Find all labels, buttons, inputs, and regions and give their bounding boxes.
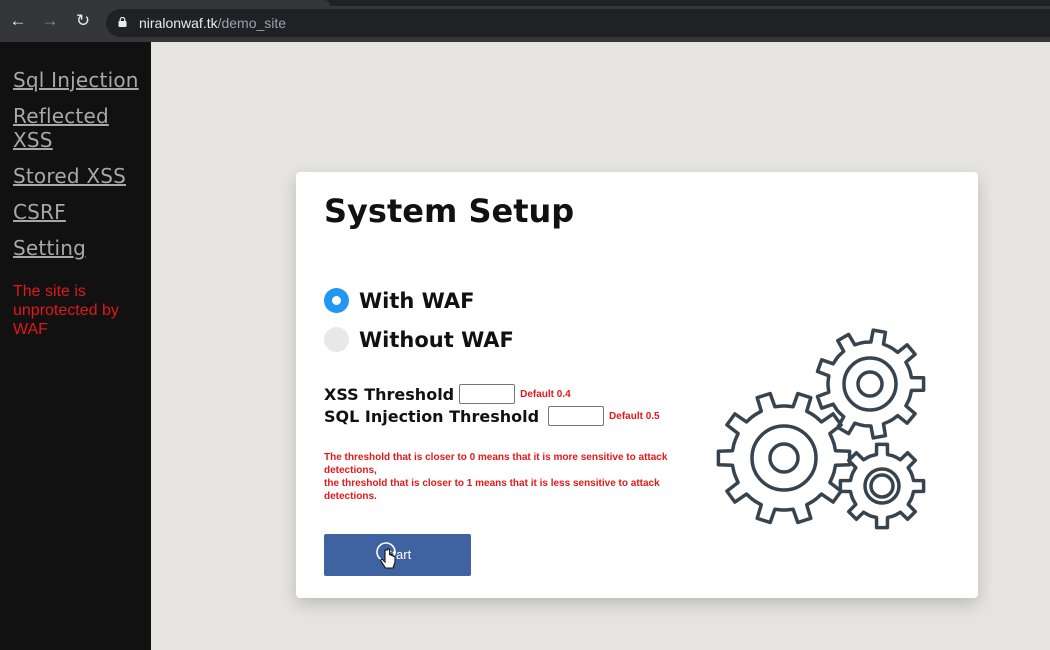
url-text: niralonwaf.tk/demo_site <box>139 15 286 31</box>
sidebar-item-csrf[interactable]: CSRF <box>13 200 143 224</box>
sidebar-item-stored-xss[interactable]: Stored XSS <box>13 164 143 188</box>
reload-icon[interactable]: ↻ <box>74 12 92 30</box>
url-path: /demo_site <box>217 15 287 31</box>
address-bar[interactable]: niralonwaf.tk/demo_site <box>106 9 1050 37</box>
radio-button-checked[interactable] <box>324 288 349 313</box>
radio-label-with-waf[interactable]: With WAF <box>359 289 474 313</box>
threshold-note-line-2: the threshold that is closer to 1 means … <box>324 478 660 502</box>
sidebar-item-setting[interactable]: Setting <box>13 236 143 260</box>
url-host: niralonwaf.tk <box>139 15 218 31</box>
xss-threshold-row: XSS Threshold Default 0.4 <box>324 384 571 404</box>
gears-icon <box>716 328 926 530</box>
sql-threshold-default: Default 0.5 <box>609 410 660 422</box>
radio-without-waf[interactable]: Without WAF <box>324 327 514 352</box>
sql-threshold-label: SQL Injection Threshold <box>324 406 540 426</box>
active-tab[interactable] <box>0 0 330 6</box>
page-title: System Setup <box>324 192 575 230</box>
back-arrow-icon[interactable]: ← <box>9 12 27 30</box>
lock-icon <box>118 17 127 27</box>
threshold-explanation: The threshold that is closer to 0 means … <box>324 451 694 503</box>
sidebar-item-reflected-xss[interactable]: Reflected XSS <box>13 104 143 152</box>
xss-threshold-default: Default 0.4 <box>520 388 571 400</box>
sql-threshold-input[interactable] <box>548 406 605 426</box>
system-setup-card: System Setup With WAF Without WAF XSS Th… <box>296 172 978 598</box>
sidebar-item-sql-injection[interactable]: Sql Injection <box>13 68 143 92</box>
hand-cursor-icon <box>376 542 396 569</box>
sql-threshold-row: SQL Injection Threshold Default 0.5 <box>324 406 660 426</box>
radio-button-unchecked[interactable] <box>324 327 349 352</box>
threshold-note-line-1: The threshold that is closer to 0 means … <box>324 452 668 476</box>
sidebar: Sql Injection Reflected XSS Stored XSS C… <box>0 42 151 650</box>
xss-threshold-label: XSS Threshold <box>324 384 455 404</box>
waf-status-warning: The site is unprotected by WAF <box>13 283 119 338</box>
tab-strip <box>0 0 1050 6</box>
forward-arrow-icon[interactable]: → <box>41 12 59 30</box>
xss-threshold-input[interactable] <box>459 384 516 404</box>
radio-label-without-waf[interactable]: Without WAF <box>359 328 514 352</box>
browser-toolbar: ← → ↻ niralonwaf.tk/demo_site <box>0 0 1050 42</box>
radio-with-waf[interactable]: With WAF <box>324 288 474 313</box>
